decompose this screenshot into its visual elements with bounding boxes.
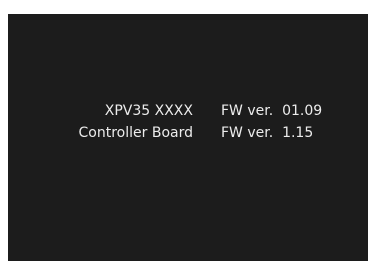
- fw-label: FW ver.: [221, 103, 274, 119]
- fw-version-value: 1.15: [282, 125, 314, 141]
- firmware-row-controller-board: Controller Board FW ver. 1.15: [8, 122, 368, 144]
- fw-label: FW ver.: [221, 125, 274, 141]
- fw-version-value: 01.09: [282, 103, 323, 119]
- firmware-version-list: XPV35 XXXX FW ver. 01.09 Controller Boar…: [8, 100, 368, 144]
- component-name: Controller Board: [78, 125, 193, 141]
- firmware-version-text: FW ver. 01.09: [221, 100, 322, 122]
- component-name: XPV35 XXXX: [104, 103, 193, 119]
- firmware-row-device: XPV35 XXXX FW ver. 01.09: [8, 100, 368, 122]
- firmware-version-text: FW ver. 1.15: [221, 122, 313, 144]
- firmware-info-screen: XPV35 XXXX FW ver. 01.09 Controller Boar…: [8, 14, 368, 261]
